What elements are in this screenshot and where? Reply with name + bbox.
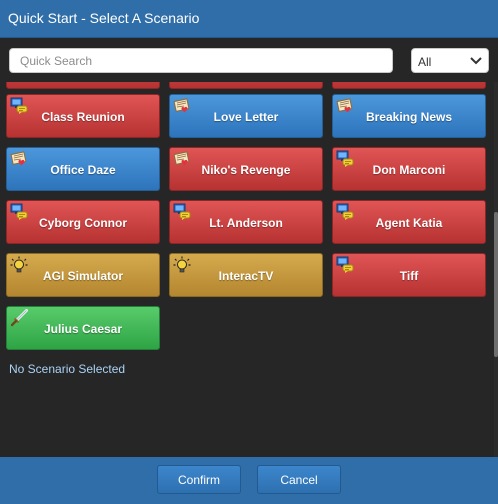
scrollbar[interactable] bbox=[494, 82, 498, 457]
scenario-tile[interactable]: Cyborg Connor bbox=[6, 200, 160, 244]
scenario-label: Agent Katia bbox=[375, 216, 443, 230]
dialog-title: Quick Start - Select A Scenario bbox=[8, 10, 200, 26]
confirm-button[interactable]: Confirm bbox=[157, 465, 241, 494]
scrollbar-thumb[interactable] bbox=[494, 212, 498, 357]
letter-icon bbox=[10, 150, 28, 168]
scenario-tile-partial[interactable] bbox=[6, 82, 160, 89]
scenario-tile[interactable]: Niko's Revenge bbox=[169, 147, 323, 191]
scenario-tile[interactable]: Breaking News bbox=[332, 94, 486, 138]
scenario-tile[interactable]: Julius Caesar bbox=[6, 306, 160, 350]
scenario-label: Don Marconi bbox=[372, 163, 446, 177]
cancel-button[interactable]: Cancel bbox=[257, 465, 341, 494]
sword-icon bbox=[10, 309, 28, 327]
quick-start-dialog: Quick Start - Select A Scenario All Clas… bbox=[0, 0, 498, 504]
filter-selected-value: All bbox=[418, 55, 432, 69]
scenario-label: Lt. Anderson bbox=[209, 216, 283, 230]
letter-icon bbox=[173, 97, 191, 115]
scenario-tile[interactable]: Office Daze bbox=[6, 147, 160, 191]
scenario-label: InteracTV bbox=[218, 269, 274, 283]
computer-chat-icon bbox=[10, 203, 28, 221]
scenario-tile[interactable]: Tiff bbox=[332, 253, 486, 297]
scenario-tile[interactable]: AGI Simulator bbox=[6, 253, 160, 297]
scenario-label: AGI Simulator bbox=[42, 269, 123, 283]
computer-chat-icon bbox=[10, 97, 28, 115]
title-bar: Quick Start - Select A Scenario bbox=[0, 0, 498, 38]
scenario-tile[interactable]: Lt. Anderson bbox=[169, 200, 323, 244]
computer-chat-icon bbox=[336, 256, 354, 274]
lightbulb-icon bbox=[173, 256, 191, 274]
scenario-tile-partial[interactable] bbox=[169, 82, 323, 89]
letter-icon bbox=[173, 150, 191, 168]
scenario-tile[interactable]: Class Reunion bbox=[6, 94, 160, 138]
lightbulb-icon bbox=[10, 256, 28, 274]
scenario-label: Julius Caesar bbox=[43, 322, 123, 336]
selection-status: No Scenario Selected bbox=[9, 362, 126, 376]
scenario-tile[interactable]: Don Marconi bbox=[332, 147, 486, 191]
computer-chat-icon bbox=[173, 203, 191, 221]
scenario-label: Tiff bbox=[399, 269, 419, 283]
scenario-list[interactable]: Class Reunion Love Letter Breaking News Off… bbox=[0, 82, 494, 382]
chevron-down-icon bbox=[470, 57, 482, 65]
dialog-footer: Confirm Cancel bbox=[0, 457, 498, 504]
computer-chat-icon bbox=[336, 203, 354, 221]
letter-icon bbox=[336, 97, 354, 115]
scenario-tile[interactable]: Agent Katia bbox=[332, 200, 486, 244]
scenario-label: Love Letter bbox=[213, 110, 279, 124]
scenario-label: Office Daze bbox=[50, 163, 116, 177]
scenario-label: Class Reunion bbox=[41, 110, 125, 124]
scenario-tile[interactable]: Love Letter bbox=[169, 94, 323, 138]
quick-search-input[interactable] bbox=[9, 48, 393, 73]
scenario-tile-partial[interactable] bbox=[332, 82, 486, 89]
scenario-label: Breaking News bbox=[365, 110, 453, 124]
scenario-label: Cyborg Connor bbox=[39, 216, 127, 230]
scenario-tile[interactable]: InteracTV bbox=[169, 253, 323, 297]
computer-chat-icon bbox=[336, 150, 354, 168]
category-filter-select[interactable]: All bbox=[411, 48, 489, 73]
scenario-label: Niko's Revenge bbox=[201, 163, 291, 177]
